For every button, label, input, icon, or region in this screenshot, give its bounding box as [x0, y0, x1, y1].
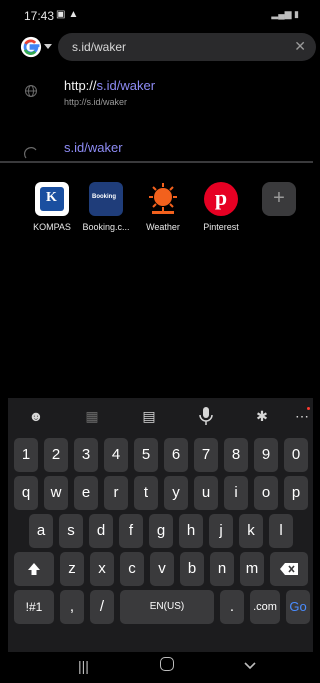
key-g[interactable]: g [149, 514, 173, 548]
settings-icon[interactable]: ✱ [248, 404, 276, 428]
key-j[interactable]: j [209, 514, 233, 548]
shortcut-booking[interactable]: Booking Booking.c... [76, 182, 136, 242]
shift-key[interactable] [14, 552, 54, 586]
status-bar: 17:43 ▣▲ ▂▄▆ ▮ [0, 0, 313, 32]
chevron-down-icon[interactable] [44, 44, 52, 49]
symbols-key[interactable]: !#1 [14, 590, 54, 624]
keyboard: ☻ ▦ ▤ ✱ ⋯ 1 2 3 4 5 6 7 8 9 0 q w e r t … [8, 398, 313, 652]
shortcut-kompas[interactable]: K KOMPAS [22, 182, 82, 242]
go-key[interactable]: Go [286, 590, 310, 624]
space-key[interactable]: EN(US) [120, 590, 214, 624]
key-2[interactable]: 2 [44, 438, 68, 472]
key-d[interactable]: d [89, 514, 113, 548]
search-input[interactable]: s.id/waker ✕ [58, 33, 316, 61]
key-a[interactable]: a [29, 514, 53, 548]
shortcut-label: Pinterest [203, 222, 239, 232]
key-1[interactable]: 1 [14, 438, 38, 472]
emoji-icon[interactable]: ☻ [22, 404, 50, 428]
suggestion-item[interactable]: http://s.id/waker http://s.id/waker [0, 72, 313, 114]
key-x[interactable]: x [90, 552, 114, 586]
pinterest-logo-icon: p [204, 182, 238, 216]
key-n[interactable]: n [210, 552, 234, 586]
key-i[interactable]: i [224, 476, 248, 510]
suggestion-title: s.id/waker [64, 140, 123, 155]
key-9[interactable]: 9 [254, 438, 278, 472]
key-t[interactable]: t [134, 476, 158, 510]
more-icon[interactable]: ⋯ [288, 404, 316, 428]
recent-apps-icon[interactable]: ||| [78, 658, 89, 674]
sticker-icon[interactable]: ▦ [78, 404, 106, 428]
backspace-icon [280, 563, 298, 575]
key-v[interactable]: v [150, 552, 174, 586]
home-icon[interactable] [160, 657, 174, 671]
key-w[interactable]: w [44, 476, 68, 510]
key-5[interactable]: 5 [134, 438, 158, 472]
search-query[interactable]: s.id/waker [72, 40, 126, 54]
comma-key[interactable]: , [60, 590, 84, 624]
key-u[interactable]: u [194, 476, 218, 510]
key-r[interactable]: r [104, 476, 128, 510]
add-icon: + [262, 182, 296, 216]
booking-logo-icon: Booking [89, 182, 123, 216]
accuweather-logo-icon [149, 183, 177, 214]
key-f[interactable]: f [119, 514, 143, 548]
key-0[interactable]: 0 [284, 438, 308, 472]
mic-icon[interactable] [192, 404, 220, 428]
key-7[interactable]: 7 [194, 438, 218, 472]
suggestion-title: http://s.id/waker [64, 78, 156, 93]
key-y[interactable]: y [164, 476, 188, 510]
key-b[interactable]: b [180, 552, 204, 586]
suggestion-item[interactable]: s.id/waker [0, 134, 313, 160]
clipboard-icon[interactable]: ▤ [135, 404, 163, 428]
suggestion-url: http://s.id/waker [64, 97, 128, 107]
navigation-bar: ||| [8, 652, 313, 683]
shortcut-pinterest[interactable]: p Pinterest [191, 182, 251, 242]
shift-icon [28, 563, 40, 575]
kompas-logo-icon: K [35, 182, 69, 216]
key-q[interactable]: q [14, 476, 38, 510]
backspace-key[interactable] [270, 552, 308, 586]
key-z[interactable]: z [60, 552, 84, 586]
add-shortcut-button[interactable]: + [249, 182, 309, 242]
back-chevron-icon[interactable] [244, 662, 256, 670]
key-m[interactable]: m [240, 552, 264, 586]
shortcut-weather[interactable]: Weather [133, 182, 193, 242]
globe-icon [25, 85, 37, 97]
battery-signal-icons: ▂▄▆ ▮ [271, 9, 299, 19]
divider [0, 161, 313, 163]
key-3[interactable]: 3 [74, 438, 98, 472]
google-logo-icon[interactable] [20, 36, 42, 58]
slash-key[interactable]: / [90, 590, 114, 624]
dotcom-key[interactable]: .com [250, 590, 280, 624]
key-6[interactable]: 6 [164, 438, 188, 472]
key-h[interactable]: h [179, 514, 203, 548]
key-l[interactable]: l [269, 514, 293, 548]
notification-icons: ▣▲ [56, 9, 82, 20]
close-icon[interactable]: ✕ [294, 38, 306, 55]
key-s[interactable]: s [59, 514, 83, 548]
key-k[interactable]: k [239, 514, 263, 548]
search-icon [24, 147, 37, 159]
period-key[interactable]: . [220, 590, 244, 624]
key-c[interactable]: c [120, 552, 144, 586]
key-4[interactable]: 4 [104, 438, 128, 472]
key-e[interactable]: e [74, 476, 98, 510]
status-time: 17:43 [24, 9, 55, 23]
key-8[interactable]: 8 [224, 438, 248, 472]
key-p[interactable]: p [284, 476, 308, 510]
key-o[interactable]: o [254, 476, 278, 510]
